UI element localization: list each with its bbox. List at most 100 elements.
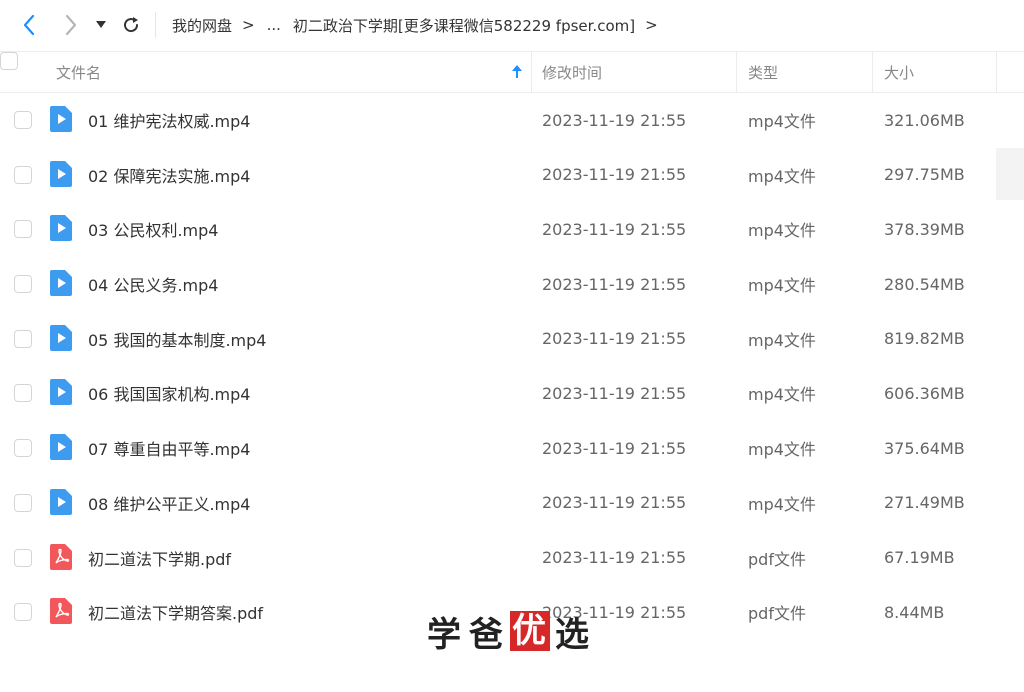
watermark-char-highlight: 优 — [510, 611, 550, 651]
column-divider[interactable] — [996, 52, 997, 92]
file-name[interactable]: 初二道法下学期.pdf — [88, 531, 231, 585]
file-size: 819.82MB — [884, 329, 965, 349]
file-name[interactable]: 07 尊重自由平等.mp4 — [88, 421, 250, 475]
file-name[interactable]: 01 维护宪法权威.mp4 — [88, 93, 250, 147]
file-size: 271.49MB — [884, 493, 965, 513]
file-type: mp4文件 — [748, 112, 816, 131]
row-checkbox[interactable] — [14, 493, 32, 512]
video-file-icon — [50, 324, 72, 351]
watermark-logo: 学 爸 优 选 — [424, 608, 594, 655]
watermark-char: 爸 — [469, 614, 505, 655]
file-type: mp4文件 — [748, 330, 816, 350]
column-header-modified[interactable]: 修改时间 — [542, 52, 602, 92]
video-file-icon — [50, 488, 72, 515]
chevron-left-icon — [23, 14, 35, 36]
breadcrumb-root[interactable]: 我的网盘 — [172, 15, 232, 36]
row-checkbox[interactable] — [14, 439, 32, 458]
file-name[interactable]: 06 我国国家机构.mp4 — [88, 366, 250, 420]
column-header-name[interactable]: 文件名 — [56, 52, 101, 92]
breadcrumb-ellipsis[interactable]: ... — [267, 16, 281, 34]
forward-button[interactable] — [56, 10, 86, 40]
file-size: 375.64MB — [884, 438, 965, 458]
row-checkbox[interactable] — [14, 220, 32, 239]
file-name[interactable]: 08 维护公平正义.mp4 — [88, 476, 250, 530]
file-size: 297.75MB — [884, 165, 965, 185]
file-type: pdf文件 — [748, 604, 806, 624]
column-divider[interactable] — [736, 52, 737, 92]
watermark-char: 选 — [555, 614, 591, 655]
row-checkbox[interactable] — [14, 548, 32, 567]
file-size: 321.06MB — [884, 110, 965, 130]
file-modified: 2023-11-19 21:55 — [542, 274, 687, 294]
caret-down-icon — [96, 21, 106, 28]
table-row[interactable]: 08 维护公平正义.mp4 2023-11-19 21:55 mp4文件 271… — [0, 476, 1024, 531]
file-type: mp4文件 — [748, 494, 816, 514]
file-size: 67.19MB — [884, 548, 955, 567]
file-name[interactable]: 04 公民义务.mp4 — [88, 257, 218, 311]
table-row[interactable]: 初二道法下学期.pdf 2023-11-19 21:55 pdf文件 67.19… — [0, 531, 1024, 586]
sort-ascending-icon[interactable] — [510, 64, 524, 80]
pdf-file-icon — [50, 598, 72, 625]
history-dropdown-button[interactable] — [90, 10, 112, 40]
table-row[interactable]: 02 保障宪法实施.mp4 2023-11-19 21:55 mp4文件 297… — [0, 148, 1024, 203]
file-modified: 2023-11-19 21:55 — [542, 438, 687, 458]
file-name[interactable]: 初二道法下学期答案.pdf — [88, 585, 263, 639]
file-type: pdf文件 — [748, 549, 806, 569]
file-type: mp4文件 — [748, 385, 816, 405]
row-checkbox[interactable] — [14, 384, 32, 403]
file-modified: 2023-11-19 21:55 — [542, 165, 687, 185]
column-header-type[interactable]: 类型 — [748, 52, 778, 92]
file-modified: 2023-11-19 21:55 — [542, 329, 687, 349]
row-checkbox[interactable] — [14, 603, 32, 622]
watermark-char: 学 — [427, 614, 463, 655]
toolbar-divider — [155, 12, 156, 38]
row-checkbox[interactable] — [14, 329, 32, 348]
back-button[interactable] — [14, 10, 44, 40]
file-list-header: 文件名 修改时间 类型 大小 — [0, 51, 1024, 93]
file-name[interactable]: 02 保障宪法实施.mp4 — [88, 148, 250, 202]
pdf-file-icon — [50, 543, 72, 570]
table-row[interactable]: 05 我国的基本制度.mp4 2023-11-19 21:55 mp4文件 81… — [0, 312, 1024, 367]
row-checkbox[interactable] — [14, 275, 32, 294]
table-row[interactable]: 07 尊重自由平等.mp4 2023-11-19 21:55 mp4文件 375… — [0, 421, 1024, 476]
chevron-right-icon — [65, 14, 77, 36]
row-checkbox[interactable] — [14, 165, 32, 184]
table-row[interactable]: 01 维护宪法权威.mp4 2023-11-19 21:55 mp4文件 321… — [0, 93, 1024, 148]
refresh-icon — [124, 17, 139, 33]
column-header-size[interactable]: 大小 — [884, 52, 914, 92]
table-row[interactable]: 04 公民义务.mp4 2023-11-19 21:55 mp4文件 280.5… — [0, 257, 1024, 312]
table-row[interactable]: 06 我国国家机构.mp4 2023-11-19 21:55 mp4文件 606… — [0, 366, 1024, 421]
file-size: 378.39MB — [884, 219, 965, 239]
file-modified: 2023-11-19 21:55 — [542, 219, 687, 239]
video-file-icon — [50, 160, 72, 187]
file-type: mp4文件 — [748, 221, 816, 241]
file-modified: 2023-11-19 21:55 — [542, 383, 687, 403]
file-type: mp4文件 — [748, 276, 816, 296]
file-size: 606.36MB — [884, 383, 965, 403]
refresh-button[interactable] — [116, 10, 146, 40]
file-type: mp4文件 — [748, 440, 816, 460]
table-row[interactable]: 03 公民权利.mp4 2023-11-19 21:55 mp4文件 378.3… — [0, 202, 1024, 257]
breadcrumb: 我的网盘 > ... 初二政治下学期[更多课程微信582229 fpser.co… — [172, 0, 670, 50]
file-name[interactable]: 03 公民权利.mp4 — [88, 202, 218, 256]
row-checkbox[interactable] — [14, 111, 32, 129]
column-divider[interactable] — [531, 52, 532, 92]
navigation-bar: 我的网盘 > ... 初二政治下学期[更多课程微信582229 fpser.co… — [0, 0, 1024, 50]
file-modified: 2023-11-19 21:55 — [542, 548, 687, 567]
video-file-icon — [50, 106, 72, 132]
video-file-icon — [50, 215, 72, 242]
video-file-icon — [50, 379, 72, 406]
column-divider[interactable] — [872, 52, 873, 92]
breadcrumb-separator: > — [242, 16, 255, 34]
video-file-icon — [50, 270, 72, 297]
file-size: 8.44MB — [884, 602, 945, 622]
file-modified: 2023-11-19 21:55 — [542, 110, 687, 130]
file-type: mp4文件 — [748, 166, 816, 186]
select-all-checkbox[interactable] — [0, 52, 18, 70]
breadcrumb-current[interactable]: 初二政治下学期[更多课程微信582229 fpser.com] — [293, 15, 635, 36]
video-file-icon — [50, 434, 72, 461]
file-size: 280.54MB — [884, 274, 965, 294]
file-name[interactable]: 05 我国的基本制度.mp4 — [88, 312, 266, 366]
breadcrumb-separator: > — [645, 16, 658, 34]
file-modified: 2023-11-19 21:55 — [542, 493, 687, 513]
